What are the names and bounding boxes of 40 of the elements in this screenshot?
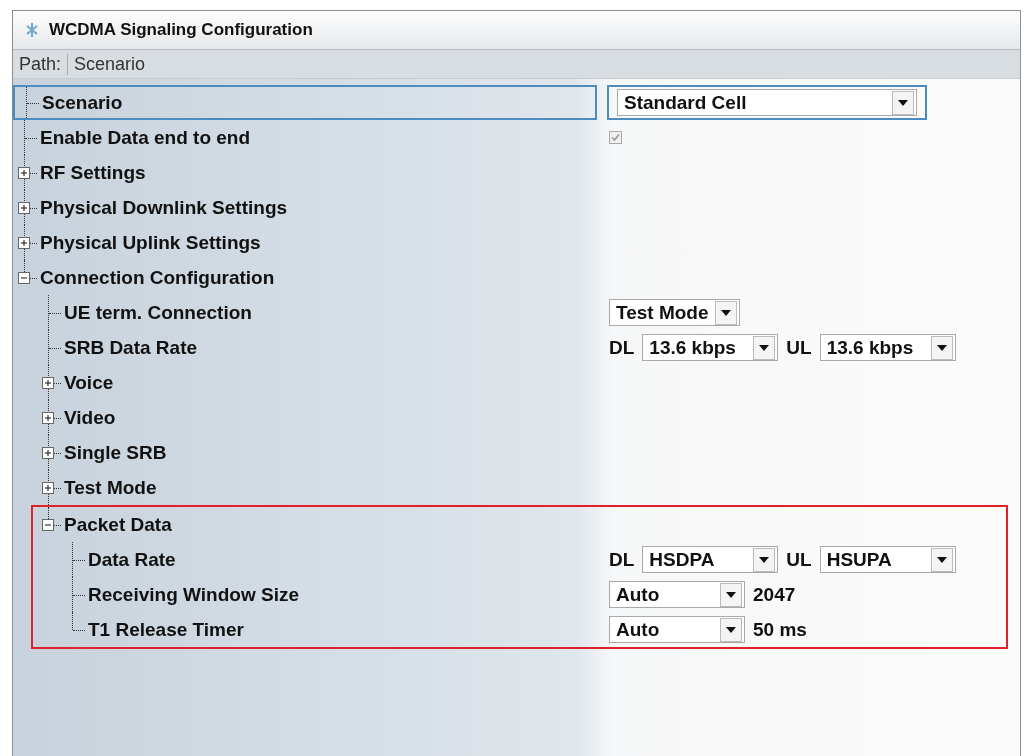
tree-item-label[interactable]: UE term. Connection [61, 301, 255, 324]
collapse-icon[interactable] [42, 518, 54, 531]
expand-icon[interactable] [18, 201, 30, 214]
dropdown[interactable]: Auto [609, 581, 745, 608]
dropdown[interactable]: Auto [609, 616, 745, 643]
dropdown[interactable]: HSUPA [819, 546, 956, 573]
tree-item-label[interactable]: Voice [61, 371, 117, 394]
expand-icon[interactable] [18, 166, 30, 179]
value-text: 50 ms [753, 618, 807, 641]
dropdown[interactable]: 13.6 kbps [819, 334, 956, 361]
tree-item-label[interactable]: Physical Downlink Settings [37, 196, 291, 219]
tree-item-label[interactable]: Physical Uplink Settings [37, 231, 264, 254]
expand-icon[interactable] [42, 446, 54, 459]
dropdown[interactable]: Standard Cell [617, 89, 917, 116]
tree-item-label[interactable]: Test Mode [61, 476, 160, 499]
tree-item-label[interactable]: T1 Release Timer [85, 618, 247, 641]
tree-item-label[interactable]: Video [61, 406, 119, 429]
path-value: Scenario [67, 53, 146, 75]
direction-label: UL [786, 336, 812, 359]
expand-icon[interactable] [42, 376, 54, 389]
dropdown[interactable]: Test Mode [609, 299, 740, 326]
tree-item-label[interactable]: SRB Data Rate [61, 336, 201, 359]
direction-label: DL [609, 548, 635, 571]
expand-icon[interactable] [18, 236, 30, 249]
direction-label: UL [786, 548, 812, 571]
tree-item-label[interactable]: RF Settings [37, 161, 149, 184]
tree-item-label[interactable]: Data Rate [85, 548, 179, 571]
collapse-icon[interactable] [18, 271, 30, 284]
path-label: Path: [19, 53, 62, 75]
tree-item-label[interactable]: Single SRB [61, 441, 170, 464]
expand-icon[interactable] [42, 481, 54, 494]
dropdown[interactable]: 13.6 kbps [642, 334, 779, 361]
tree-item-label[interactable]: Receiving Window Size [85, 583, 302, 606]
expand-icon[interactable] [42, 411, 54, 424]
direction-label: DL [609, 336, 635, 359]
dropdown[interactable]: HSDPA [642, 546, 779, 573]
value-text: 2047 [753, 583, 796, 606]
tree-item-label[interactable]: Connection Configuration [37, 266, 278, 289]
window-title: WCDMA Signaling Configuration [49, 20, 313, 40]
tree-item-label[interactable]: Packet Data [61, 513, 175, 536]
